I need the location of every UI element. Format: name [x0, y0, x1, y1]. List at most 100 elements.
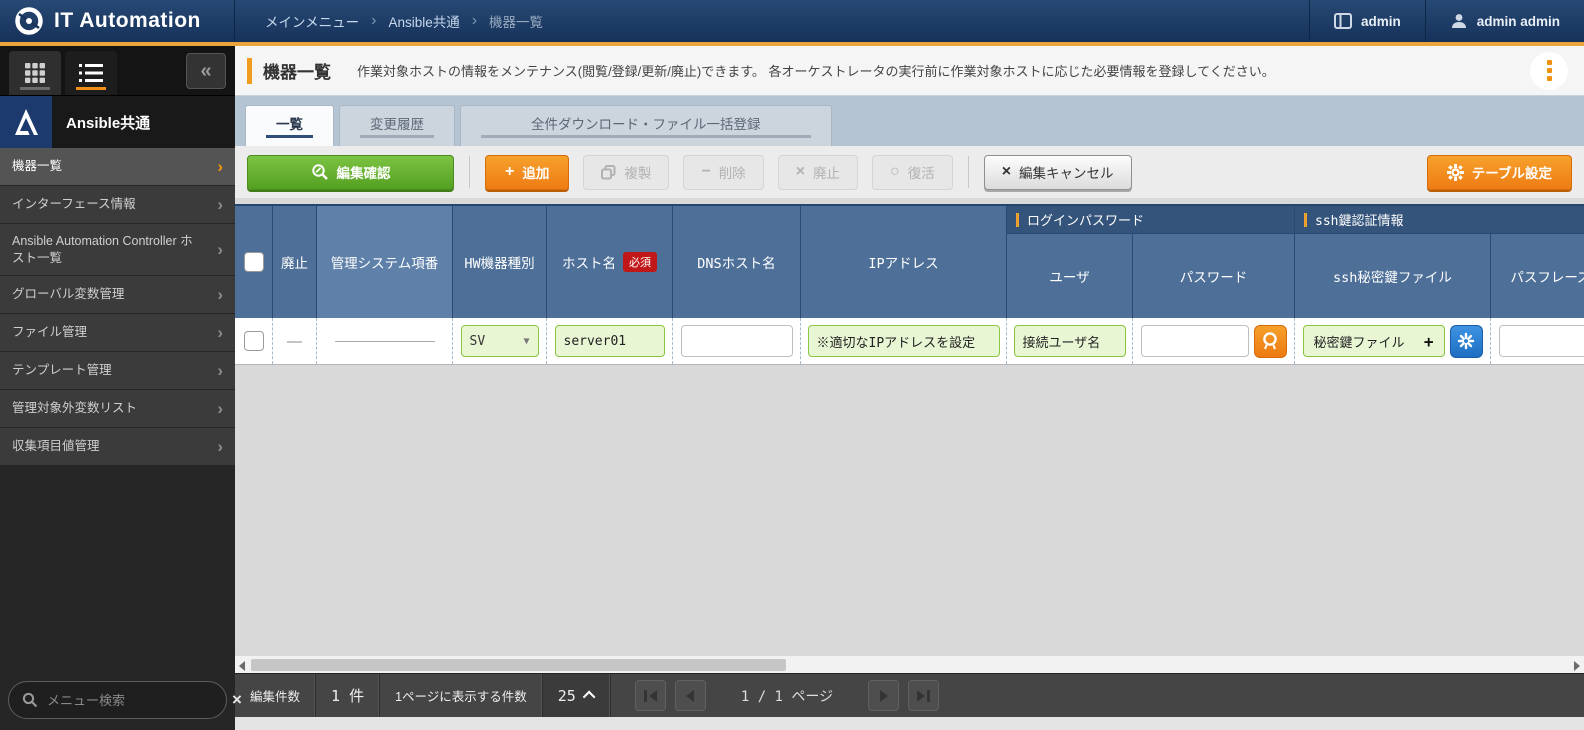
- hostname-input[interactable]: [555, 325, 665, 357]
- sidebar-tab-grid[interactable]: [9, 51, 61, 95]
- breadcrumb-separator-icon: ›: [472, 12, 477, 30]
- user-menu[interactable]: admin admin: [1425, 0, 1584, 42]
- scroll-right-arrow-icon[interactable]: [1574, 661, 1580, 671]
- keyfile-action-button[interactable]: [1450, 325, 1483, 358]
- next-page-icon: [880, 690, 888, 702]
- sidebar-item-interface-info[interactable]: インターフェース情報 ›: [0, 186, 235, 224]
- scrollbar-thumb[interactable]: [251, 659, 786, 671]
- search-clear-icon[interactable]: ×: [232, 690, 242, 710]
- ip-address-input[interactable]: [808, 325, 1000, 357]
- main-content: 機器一覧 作業対象ホストの情報をメンテナンス(閲覧/登録/更新/廃止)できます。…: [235, 46, 1584, 730]
- horizontal-scrollbar[interactable]: [235, 655, 1584, 673]
- cross-icon: ×: [796, 164, 805, 180]
- breadcrumb-item-main-menu[interactable]: メインメニュー: [265, 11, 359, 31]
- page-menu-button[interactable]: [1530, 52, 1568, 90]
- sidebar-item-file-management[interactable]: ファイル管理 ›: [0, 314, 235, 352]
- delete-button[interactable]: − 削除: [683, 155, 763, 190]
- top-header: IT Automation メインメニュー › Ansible共通 › 機器一覧…: [0, 0, 1584, 46]
- breadcrumb: メインメニュー › Ansible共通 › 機器一覧: [235, 0, 543, 42]
- restore-button[interactable]: ○ 復活: [872, 155, 953, 190]
- tab-download-upload[interactable]: 全件ダウンロード・ファイル一括登録: [460, 105, 832, 146]
- app-logo[interactable]: IT Automation: [0, 0, 235, 42]
- prev-page-icon: [686, 690, 694, 702]
- table-settings-button[interactable]: テーブル設定: [1427, 155, 1572, 190]
- sidebar-item-global-vars[interactable]: グローバル変数管理 ›: [0, 276, 235, 314]
- sidebar-item-template-management[interactable]: テンプレート管理 ›: [0, 352, 235, 390]
- bottom-strip: [235, 717, 1584, 730]
- column-header-dns[interactable]: DNSホスト名: [673, 206, 801, 318]
- prev-page-button[interactable]: [675, 680, 706, 711]
- row-passphrase-cell: [1491, 318, 1584, 364]
- pagination: 1 / 1 ページ: [613, 674, 939, 717]
- column-header-ssh-keyfile[interactable]: ssh秘密鍵ファイル: [1295, 234, 1491, 318]
- sidebar-tab-list[interactable]: [65, 51, 117, 95]
- edit-count-value: 1 件: [316, 674, 380, 717]
- sidebar-item-collected-values[interactable]: 収集項目値管理 ›: [0, 428, 235, 466]
- column-header-passphrase[interactable]: パスフレーズ: [1491, 234, 1584, 318]
- tab-list[interactable]: 一覧: [245, 105, 334, 146]
- breadcrumb-item-ansible[interactable]: Ansible共通: [388, 11, 459, 31]
- sidebar-item-label: テンプレート管理: [12, 362, 112, 378]
- column-header-hostname[interactable]: ホスト名 必須: [547, 206, 673, 318]
- dns-hostname-input[interactable]: [681, 325, 793, 357]
- toolbar-divider: [968, 156, 969, 188]
- last-page-icon: [917, 690, 925, 702]
- column-header-ip[interactable]: IPアドレス: [801, 206, 1007, 318]
- row-ssh-keyfile-cell: 秘密鍵ファイル +: [1295, 318, 1491, 364]
- column-group-login-password: ログインパスワード ユーザ パスワード: [1007, 206, 1295, 318]
- tab-label: 変更履歴: [370, 113, 424, 133]
- edit-confirm-button[interactable]: 編集確認: [247, 155, 454, 190]
- sidebar-collapse-button[interactable]: «: [186, 53, 226, 89]
- sidebar-item-device-list[interactable]: 機器一覧 ›: [0, 148, 235, 186]
- last-page-button[interactable]: [908, 680, 939, 711]
- app-logo-icon: [14, 6, 44, 36]
- group-accent-bar: [1304, 213, 1307, 227]
- sidebar-group-title: Ansible共通: [66, 112, 150, 133]
- row-hw-type-cell: SV ▼: [453, 318, 547, 364]
- chevron-right-icon: ›: [217, 285, 223, 305]
- per-page-select[interactable]: 25: [543, 674, 611, 717]
- password-key-button[interactable]: [1254, 325, 1287, 358]
- toolbar-divider: [469, 156, 470, 188]
- duplicate-button[interactable]: 複製: [583, 155, 669, 190]
- password-input[interactable]: [1141, 325, 1249, 357]
- row-user-cell: [1007, 318, 1133, 364]
- column-header-password[interactable]: パスワード: [1133, 234, 1295, 318]
- sidebar-item-label: インターフェース情報: [12, 196, 136, 212]
- select-all-checkbox[interactable]: [244, 252, 264, 272]
- next-page-button[interactable]: [868, 680, 899, 711]
- grid-icon: [24, 62, 46, 84]
- sidebar-item-unmanaged-vars[interactable]: 管理対象外変数リスト ›: [0, 390, 235, 428]
- file-add-icon[interactable]: +: [1424, 332, 1434, 351]
- row-ip-cell: [801, 318, 1007, 364]
- page-header: 機器一覧 作業対象ホストの情報をメンテナンス(閲覧/登録/更新/廃止)できます。…: [235, 46, 1584, 96]
- table-row: — SV ▼: [235, 318, 1584, 365]
- row-system-number-cell: [317, 318, 453, 364]
- sidebar-item-label: ファイル管理: [12, 324, 87, 340]
- chevron-up-icon: [583, 691, 596, 704]
- asterisk-icon: [1457, 332, 1475, 350]
- column-group-ssh-key: ssh鍵認証情報 ssh秘密鍵ファイル パスフレーズ: [1295, 206, 1584, 318]
- menu-search-box: ×: [8, 681, 227, 719]
- passphrase-input[interactable]: [1499, 325, 1584, 357]
- column-header-discard[interactable]: 廃止: [273, 206, 317, 318]
- workspace-icon: [1334, 13, 1352, 29]
- menu-search-input[interactable]: [47, 693, 223, 708]
- table-viewport: 廃止 管理システム項番 HW機器種別 ホスト名 必須 DNSホスト名 IPアドレ…: [235, 204, 1584, 365]
- add-button[interactable]: + 追加: [485, 155, 569, 190]
- first-page-button[interactable]: [635, 680, 666, 711]
- scroll-left-arrow-icon[interactable]: [239, 661, 245, 671]
- tab-change-history[interactable]: 変更履歴: [339, 105, 455, 146]
- column-header-system-number[interactable]: 管理システム項番: [317, 206, 453, 318]
- column-header-user[interactable]: ユーザ: [1007, 234, 1133, 318]
- discard-button[interactable]: × 廃止: [778, 155, 858, 190]
- edit-cancel-button[interactable]: × 編集キャンセル: [984, 155, 1132, 190]
- workspace-menu[interactable]: admin: [1309, 0, 1425, 42]
- column-header-hw-type[interactable]: HW機器種別: [453, 206, 547, 318]
- row-checkbox[interactable]: [244, 331, 264, 351]
- sidebar-item-aac-host-list[interactable]: Ansible Automation Controller ホスト一覧 ›: [0, 224, 235, 276]
- list-icon: [79, 63, 103, 83]
- ssh-keyfile-field[interactable]: 秘密鍵ファイル +: [1303, 325, 1445, 357]
- login-user-input[interactable]: [1014, 325, 1126, 357]
- hw-type-select[interactable]: SV ▼: [461, 325, 539, 357]
